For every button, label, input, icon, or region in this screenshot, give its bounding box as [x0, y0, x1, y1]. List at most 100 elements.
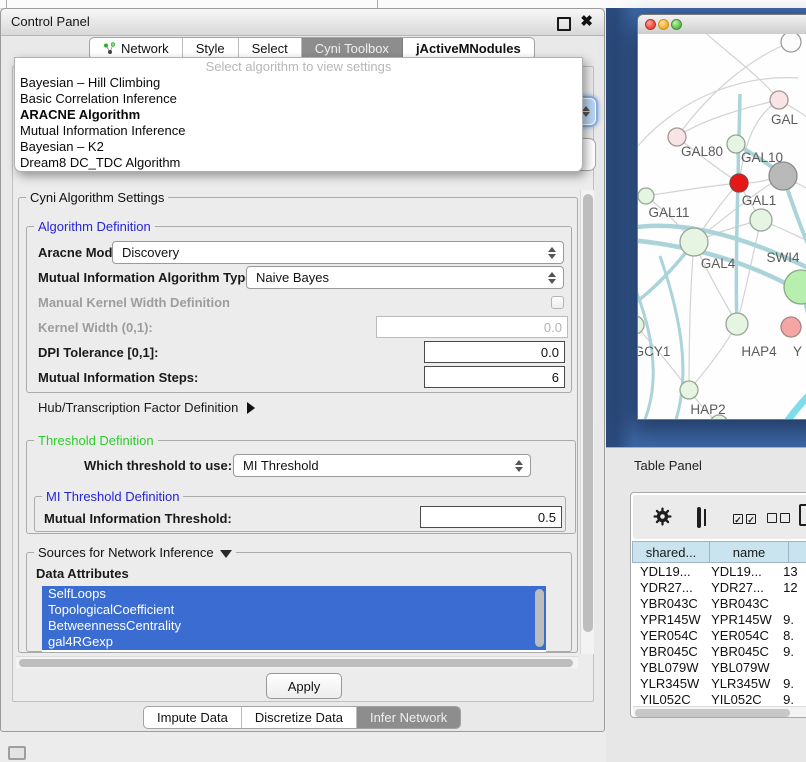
table-row[interactable]: YBR045CYBR045C9.: [632, 643, 806, 659]
data-attributes-list[interactable]: SelfLoops TopologicalCoefficient Between…: [42, 586, 546, 652]
network-node-swi4[interactable]: [784, 270, 806, 304]
table-row[interactable]: YDR27...YDR27...12: [632, 579, 806, 595]
kernel-width-field[interactable]: 0.0: [376, 316, 568, 338]
gear-icon[interactable]: [653, 507, 672, 531]
expander-collapsed-icon[interactable]: [247, 402, 255, 414]
sources-expander[interactable]: Sources for Network Inference: [34, 545, 236, 560]
tab-discretize-data[interactable]: Discretize Data: [242, 707, 357, 728]
table-cell: YBR045C: [632, 644, 703, 659]
node-label: SWI4: [766, 250, 799, 265]
network-view-window[interactable]: GALGAL80GAL10GAL11GAL1SWI4GAL4GCY1HAP4YH…: [637, 14, 806, 420]
dropdown-item[interactable]: Basic Correlation Inference: [15, 91, 582, 107]
table-horizontal-scrollbar[interactable]: [633, 706, 806, 717]
dropdown-item[interactable]: Bayesian – Hill Climbing: [15, 75, 582, 91]
network-node-gcy1[interactable]: [638, 316, 644, 334]
column-header-name[interactable]: name: [710, 541, 789, 563]
column-header-shared-name[interactable]: shared...: [632, 541, 710, 563]
tab-label: Style: [196, 41, 225, 56]
network-node-hap2[interactable]: [680, 381, 698, 399]
scrollbar-thumb[interactable]: [583, 194, 593, 632]
expander-expanded-icon[interactable]: [220, 550, 232, 558]
tab-network[interactable]: Network: [90, 38, 183, 59]
group-title: MI Threshold Definition: [42, 489, 183, 504]
table-row[interactable]: YDL19...YDL19...13: [632, 563, 806, 579]
zoom-window-icon[interactable]: [671, 19, 682, 30]
network-canvas[interactable]: GALGAL80GAL10GAL11GAL1SWI4GAL4GCY1HAP4YH…: [638, 34, 806, 420]
table-cell: YLR345W: [703, 676, 775, 691]
tab-jactivemnodules[interactable]: jActiveMNodules: [403, 38, 534, 59]
manual-kernel-width-checkbox[interactable]: [551, 296, 564, 309]
panel-title: Control Panel: [11, 9, 90, 35]
aracne-mode-combobox[interactable]: Discovery: [112, 241, 564, 264]
settings-horizontal-scrollbar[interactable]: [16, 656, 578, 668]
tab-style[interactable]: Style: [183, 38, 239, 59]
minimize-window-icon[interactable]: [658, 19, 669, 30]
settings-vertical-scrollbar[interactable]: [580, 190, 594, 654]
network-window-titlebar[interactable]: [638, 15, 806, 35]
dropdown-item[interactable]: Bayesian – K2: [15, 139, 582, 155]
deselect-all-icon[interactable]: [767, 510, 793, 528]
close-panel-icon[interactable]: ✖: [580, 13, 593, 31]
tab-infer-network[interactable]: Infer Network: [357, 707, 460, 728]
network-node-gal11[interactable]: [638, 188, 654, 204]
tab-cyni-toolbox[interactable]: Cyni Toolbox: [302, 38, 403, 59]
combo-arrows-icon: [546, 242, 558, 263]
network-node-gal4[interactable]: [680, 228, 708, 256]
close-window-icon[interactable]: [645, 19, 656, 30]
mi-threshold-field[interactable]: 0.5: [420, 506, 562, 528]
network-node-y[interactable]: [781, 317, 801, 337]
manual-kernel-width-label: Manual Kernel Width Definition: [38, 295, 230, 310]
document-icon[interactable]: [799, 504, 806, 526]
table-row[interactable]: YBR043CYBR043C: [632, 595, 806, 611]
table-row[interactable]: YPR145WYPR145W9.: [632, 611, 806, 627]
mi-algorithm-type-combobox[interactable]: Naive Bayes: [246, 266, 564, 289]
network-node-hap4[interactable]: [726, 313, 748, 335]
dropdown-item[interactable]: Dream8 DC_TDC Algorithm: [15, 155, 582, 171]
scrollbar-thumb[interactable]: [19, 659, 573, 667]
table-cell: YBR043C: [632, 596, 703, 611]
split-columns-icon[interactable]: [697, 507, 701, 528]
tab-label: Cyni Toolbox: [315, 41, 389, 56]
dropdown-item-aracne[interactable]: ARACNE Algorithm: [15, 107, 582, 123]
attribute-item-selected[interactable]: gal4RGexp: [42, 634, 546, 650]
float-panel-icon[interactable]: [557, 17, 571, 31]
mi-steps-field[interactable]: 6: [424, 366, 565, 388]
dpi-tolerance-field[interactable]: 0.0: [424, 341, 565, 363]
select-all-icon[interactable]: ✓✓: [733, 510, 759, 528]
network-node[interactable]: [781, 34, 801, 52]
bottom-tabbar: Impute Data Discretize Data Infer Networ…: [143, 706, 461, 729]
network-node-gal[interactable]: [770, 91, 788, 109]
table-row[interactable]: YIL052CYIL052C9.: [632, 691, 806, 707]
table-row[interactable]: YBL079WYBL079W: [632, 659, 806, 675]
network-node[interactable]: [730, 174, 748, 192]
top-tick: [377, 0, 378, 8]
table-body: YDL19...YDL19...13YDR27...YDR27...12YBR0…: [632, 563, 806, 713]
table-row[interactable]: YLR345WYLR345W9.: [632, 675, 806, 691]
table-panel: ✓✓ shared... name A YDL19...YDL19...13YD…: [630, 492, 806, 718]
dropdown-item[interactable]: Mutual Information Inference: [15, 123, 582, 139]
group-title: Algorithm Definition: [34, 219, 155, 234]
attribute-item-selected[interactable]: TopologicalCoefficient: [42, 602, 546, 618]
tab-select[interactable]: Select: [239, 38, 302, 59]
attribute-item-selected[interactable]: BetweennessCentrality: [42, 618, 546, 634]
combo-value: Naive Bayes: [256, 270, 329, 285]
table-cell: YBR045C: [703, 644, 775, 659]
scrollbar-thumb[interactable]: [635, 709, 790, 717]
which-threshold-combobox[interactable]: MI Threshold: [233, 454, 531, 477]
table-row[interactable]: YER054CYER054C8.: [632, 627, 806, 643]
network-node-gal1[interactable]: [750, 209, 772, 231]
attributes-list-scrollbar[interactable]: [535, 589, 544, 647]
table-cell: YBL079W: [703, 660, 775, 675]
table-cell: YIL052C: [632, 692, 703, 707]
node-label: GAL11: [648, 205, 689, 220]
tab-label: jActiveMNodules: [416, 41, 521, 56]
network-node[interactable]: [769, 162, 797, 190]
hub-expander[interactable]: Hub/Transcription Factor Definition: [38, 400, 255, 415]
attribute-item-selected[interactable]: SelfLoops: [42, 586, 546, 602]
algorithm-dropdown-popup: Select algorithm to view settings Bayesi…: [14, 57, 583, 172]
tab-impute-data[interactable]: Impute Data: [144, 707, 242, 728]
minimized-panel-icon[interactable]: [8, 746, 26, 760]
control-panel-titlebar: Control Panel ✖: [1, 9, 604, 36]
column-header-clipped[interactable]: A: [789, 541, 806, 563]
apply-button[interactable]: Apply: [266, 673, 342, 699]
